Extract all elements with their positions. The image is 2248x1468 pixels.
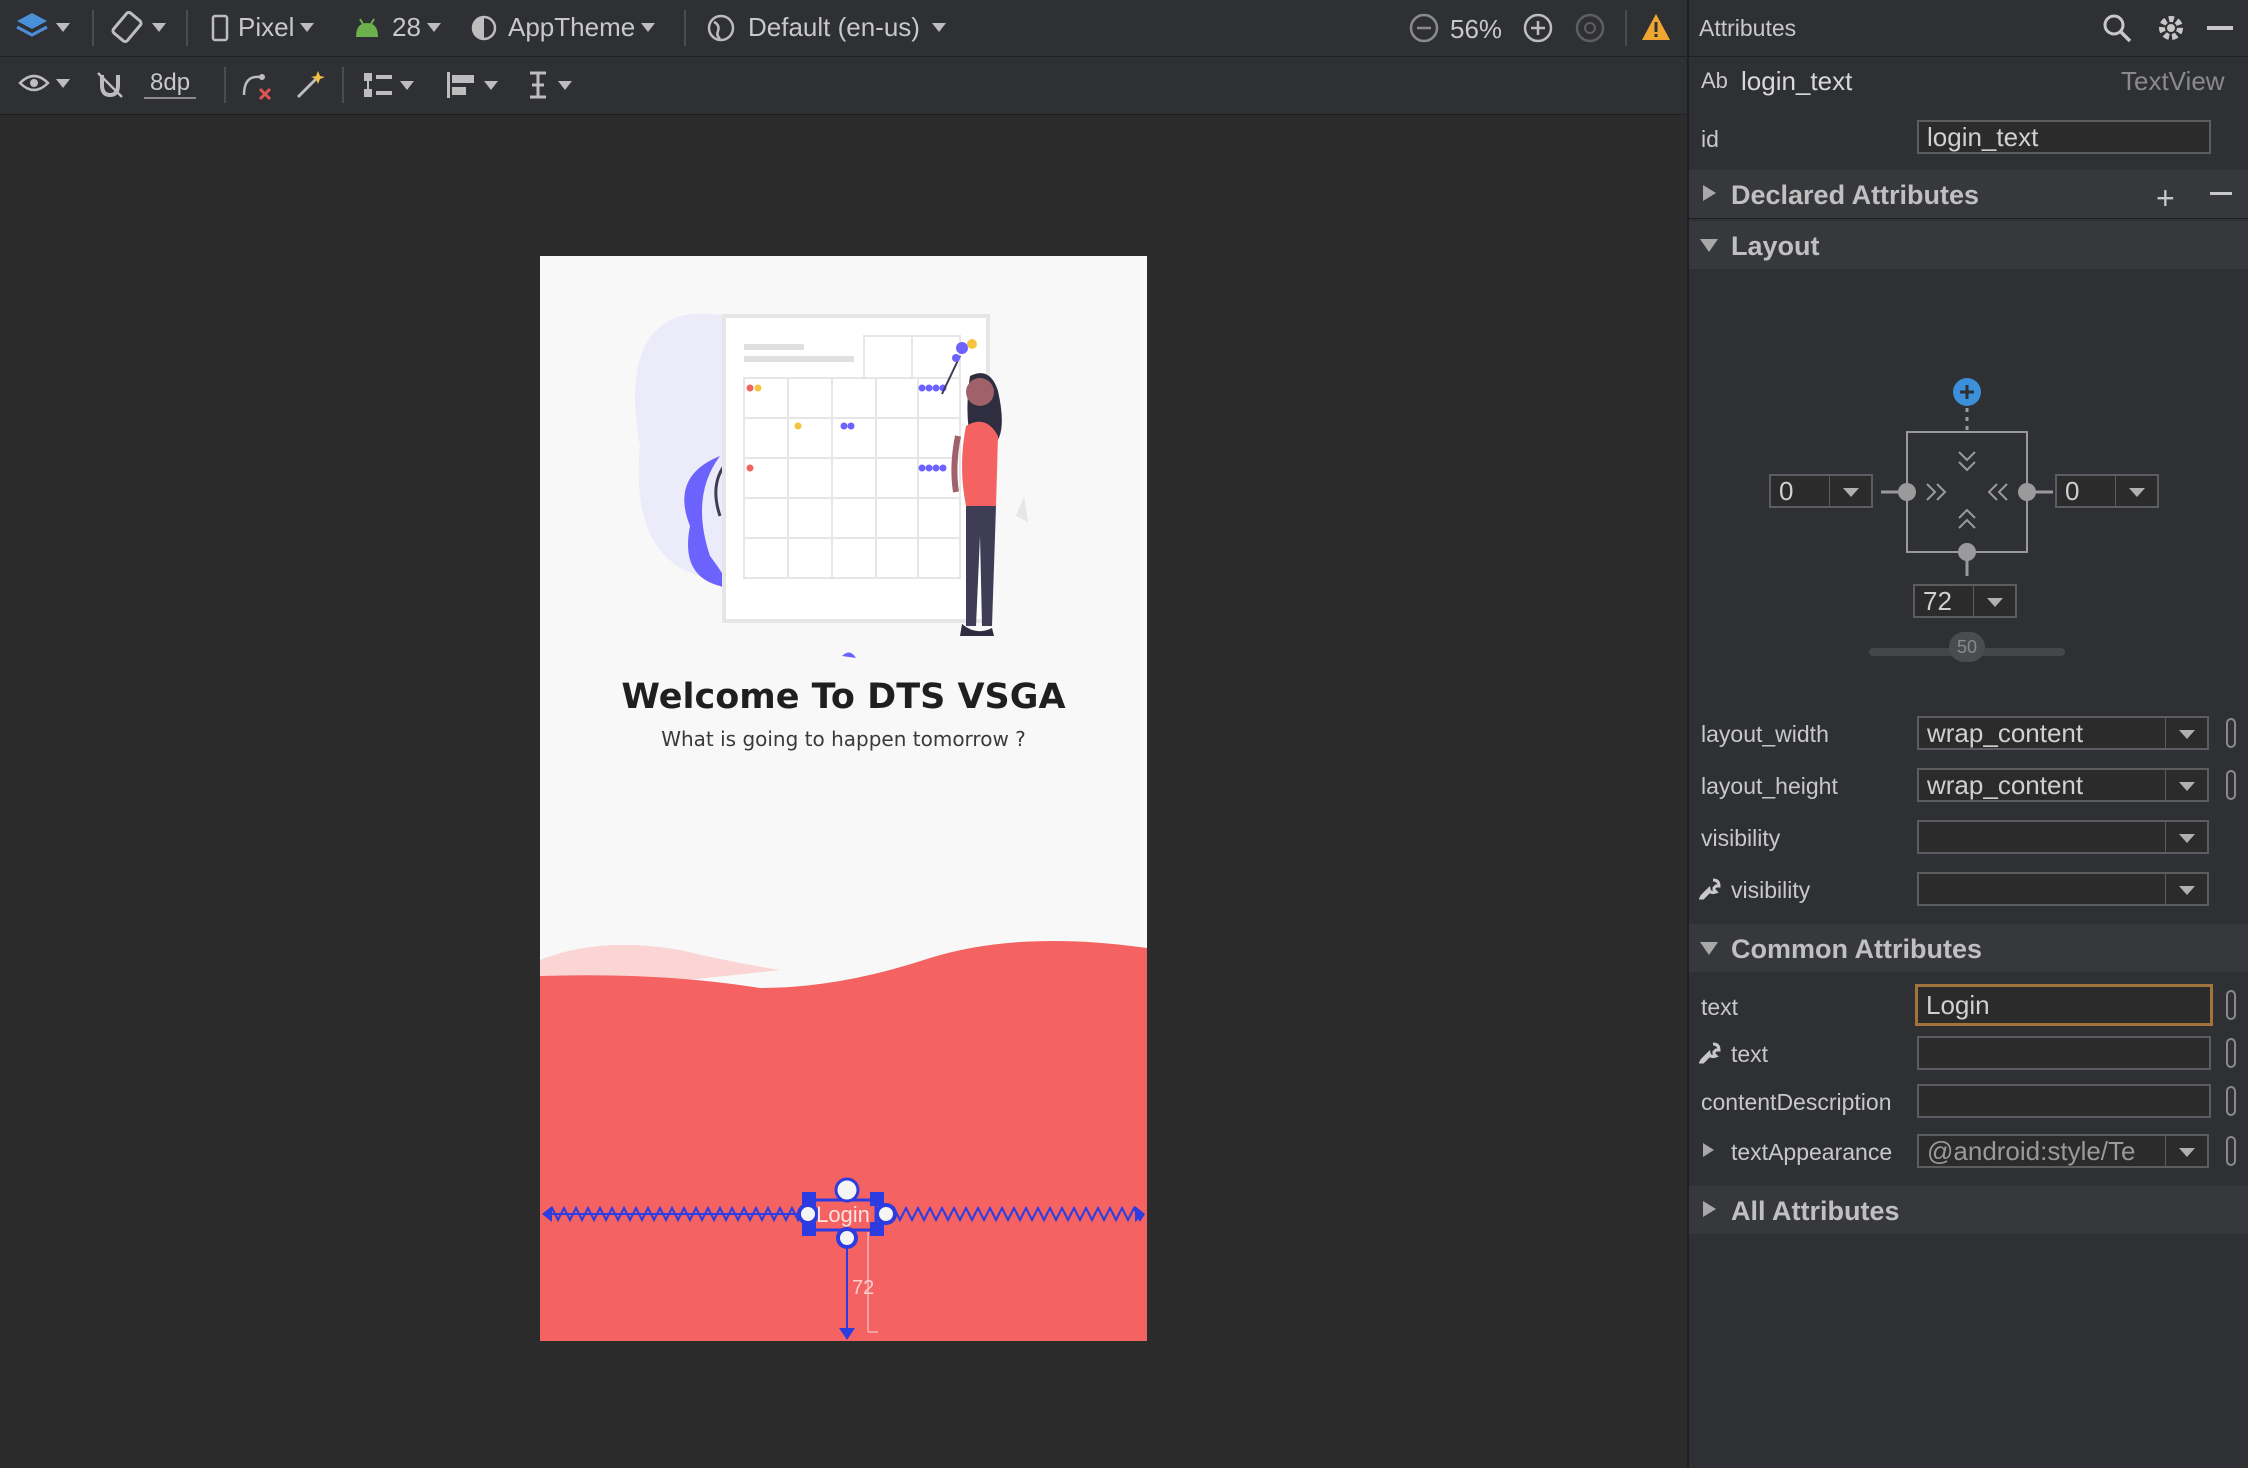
device-selector[interactable]: Pixel [210, 12, 315, 43]
id-label: id [1701, 126, 1719, 152]
phone-preview[interactable]: Welcome To DTS VSGA What is going to hap… [540, 256, 1147, 1341]
section-common-attributes[interactable]: Common Attributes [1689, 924, 2248, 972]
tools-visibility-field[interactable] [1917, 872, 2167, 906]
zoom-level: 56% [1450, 14, 1503, 44]
pack-icon [364, 73, 392, 97]
android-icon [356, 17, 378, 37]
id-field[interactable]: login_text [1917, 120, 2211, 154]
layout-height-label: layout_height [1701, 773, 1838, 799]
content-description-label: contentDescription [1701, 1089, 1892, 1115]
constraint-toolbar: 8dp [0, 57, 1686, 115]
pack-button[interactable] [360, 69, 414, 101]
text-appearance-field[interactable]: @android:style/Te [1917, 1134, 2167, 1168]
clear-constraints-button[interactable] [240, 69, 274, 101]
zoom-in-button[interactable] [1522, 12, 1554, 44]
visibility-dropdown[interactable] [2165, 820, 2209, 854]
zoom-out-icon [1409, 13, 1439, 43]
login-textview[interactable]: Login [810, 1200, 876, 1230]
left-margin-dropdown[interactable] [1829, 474, 1873, 508]
layout-width-label: layout_width [1701, 721, 1829, 747]
clear-constraints-icon [242, 74, 272, 101]
theme-icon [471, 15, 497, 40]
design-toolbar: Pixel 28 AppTheme Default (en-us) 56% [0, 0, 1686, 57]
warning-icon[interactable] [1640, 12, 1672, 42]
visibility-label: visibility [1701, 825, 1781, 851]
component-type: TextView [2121, 66, 2225, 96]
theme-label: AppTheme [508, 12, 636, 42]
guidelines-button[interactable] [524, 69, 572, 101]
welcome-subtitle[interactable]: What is going to happen tomorrow ? [540, 727, 1147, 751]
zoom-out-button[interactable] [1408, 12, 1440, 44]
content-description-pin-icon[interactable] [2226, 1086, 2236, 1116]
text-appearance-label: textAppearance [1731, 1139, 1893, 1165]
layout-height-field[interactable]: wrap_content [1917, 768, 2167, 802]
text-label: text [1701, 994, 1739, 1020]
section-layout[interactable]: Layout [1689, 221, 2248, 269]
right-margin-field[interactable]: 0 [2055, 474, 2117, 508]
panel-title: Attributes [1699, 15, 1797, 41]
welcome-illustration [635, 313, 1028, 658]
api-level-label: 28 [392, 12, 421, 42]
magnet-off-icon [97, 72, 123, 98]
phone-icon [211, 14, 229, 41]
minimize-icon[interactable] [2207, 26, 2233, 30]
text-pin-icon[interactable] [2226, 990, 2236, 1020]
section-all-attributes[interactable]: All Attributes [1689, 1186, 2248, 1234]
tools-visibility-label: visibility [1731, 877, 1811, 903]
gear-icon[interactable] [2155, 12, 2187, 49]
layout-width-dropdown[interactable] [2165, 716, 2209, 750]
tools-text-pin-icon[interactable] [2226, 1038, 2236, 1068]
api-level-selector[interactable]: 28 [352, 12, 441, 43]
align-button[interactable] [444, 69, 498, 101]
tools-text-field[interactable] [1917, 1036, 2211, 1070]
visibility-field[interactable] [1917, 820, 2167, 854]
eye-icon [18, 74, 50, 92]
guideline-icon [530, 71, 546, 99]
layout-height-pin-icon[interactable] [2226, 770, 2236, 800]
orientation-icon[interactable] [110, 10, 166, 44]
textview-type-icon: Ab [1701, 68, 1728, 93]
infer-constraints-button[interactable] [294, 69, 326, 101]
right-margin-dropdown[interactable] [2115, 474, 2159, 508]
svg-text:72: 72 [852, 1277, 874, 1299]
layout-height-dropdown[interactable] [2165, 768, 2209, 802]
align-left-icon [447, 72, 474, 98]
text-appearance-expand-icon[interactable] [1703, 1143, 1714, 1157]
text-appearance-dropdown[interactable] [2165, 1134, 2209, 1168]
section-declared-attributes[interactable]: Declared Attributes + [1689, 170, 2248, 218]
text-appearance-pin-icon[interactable] [2226, 1136, 2236, 1166]
remove-attribute-icon[interactable] [2210, 192, 2232, 195]
constraint-widget [1869, 378, 2065, 656]
tools-text-wrench-icon [1698, 1042, 1721, 1069]
left-margin-field[interactable]: 0 [1769, 474, 1831, 508]
locale-selector[interactable]: Default (en-us) [706, 12, 946, 43]
content-description-field[interactable] [1917, 1084, 2211, 1118]
wrench-icon [1698, 878, 1721, 905]
device-label: Pixel [238, 12, 295, 42]
tools-text-label: text [1731, 1041, 1769, 1067]
search-icon[interactable] [2101, 12, 2133, 49]
text-field[interactable]: Login [1915, 984, 2213, 1026]
bottom-margin-field[interactable]: 72 [1913, 584, 1975, 618]
zoom-in-icon [1523, 13, 1553, 43]
default-margin-field[interactable]: 8dp [144, 69, 197, 99]
magic-wand-icon [296, 71, 325, 99]
component-name: login_text [1741, 66, 1853, 96]
welcome-title[interactable]: Welcome To DTS VSGA [540, 677, 1147, 717]
locale-label: Default (en-us) [748, 12, 920, 42]
globe-icon [707, 14, 735, 41]
add-attribute-icon[interactable]: + [2156, 180, 2175, 217]
autoconnect-toggle[interactable] [94, 69, 126, 101]
theme-selector[interactable]: AppTheme [470, 12, 656, 43]
layout-width-field[interactable]: wrap_content [1917, 716, 2167, 750]
zoom-fit-button[interactable] [1574, 12, 1606, 44]
tools-visibility-dropdown[interactable] [2165, 872, 2209, 906]
view-options-button[interactable] [18, 71, 70, 95]
bias-slider-thumb[interactable]: 50 [1949, 632, 1985, 662]
layout-width-pin-icon[interactable] [2226, 718, 2236, 748]
bottom-margin-dropdown[interactable] [1973, 584, 2017, 618]
zoom-fit-icon [1575, 13, 1605, 43]
layers-icon[interactable] [14, 10, 70, 44]
attributes-panel: Attributes Ab login_text TextView id log… [1687, 0, 2248, 1468]
